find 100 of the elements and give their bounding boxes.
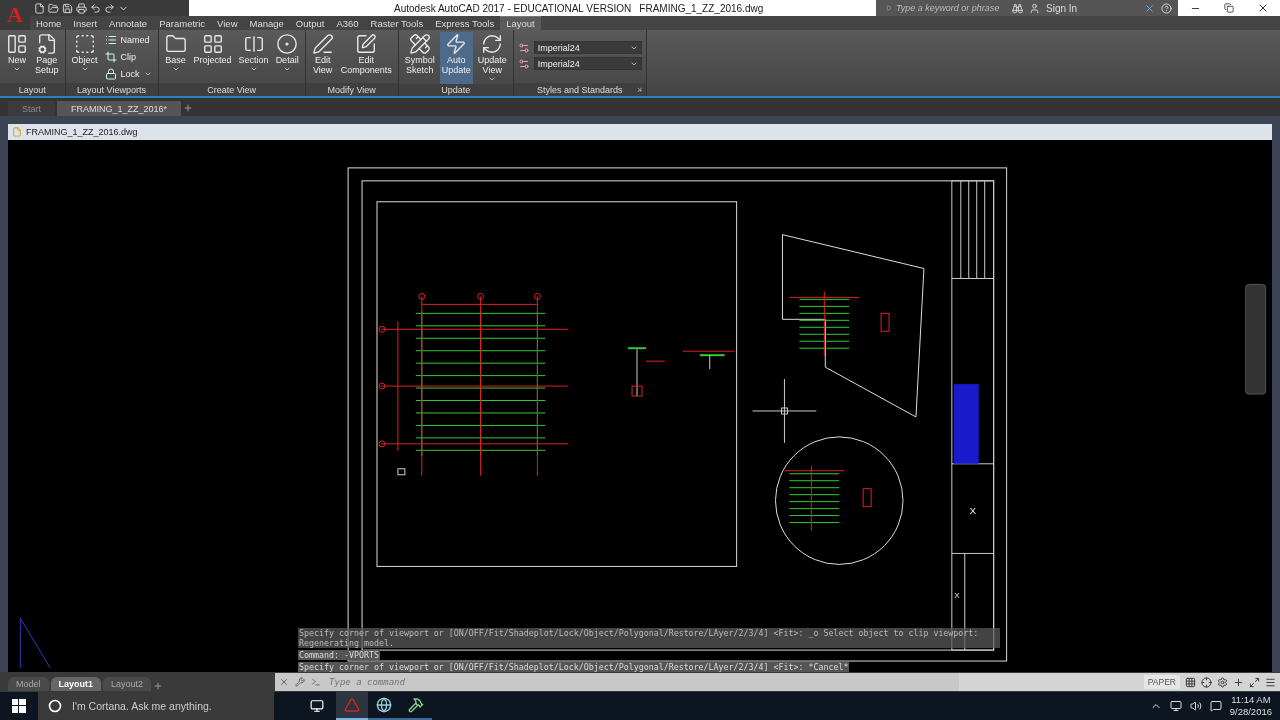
restore-icon	[1224, 3, 1234, 13]
ribbon-tool-button[interactable]: Object	[69, 32, 100, 83]
volume-icon[interactable]	[1189, 700, 1202, 712]
sketch-icon	[408, 33, 431, 55]
search-icon[interactable]	[1012, 2, 1023, 14]
undo-icon[interactable]	[90, 2, 101, 14]
ribbon-tab[interactable]: Annotate	[103, 16, 154, 30]
drawing-window-title: FRAMING_1_ZZ_2016.dwg	[26, 127, 138, 137]
caret-icon	[80, 65, 89, 73]
page-setup-icon	[35, 33, 58, 55]
ribbon-tab[interactable]: Manage	[243, 16, 290, 30]
ribbon-tab[interactable]: Raster Tools	[364, 16, 430, 30]
sheet-tab[interactable]: Layout1	[50, 677, 102, 691]
task-view-icon[interactable]	[310, 699, 324, 713]
caret-icon	[283, 65, 292, 73]
help-icon[interactable]	[1161, 2, 1172, 14]
ribbon-tab[interactable]: Layout	[500, 16, 541, 30]
add-layout-icon[interactable]	[153, 681, 164, 691]
beam-detail-drawing	[682, 350, 736, 370]
ribbon-tab[interactable]: View	[211, 16, 244, 30]
close-icon[interactable]	[279, 677, 290, 687]
caret-icon	[171, 65, 180, 73]
space-toggle[interactable]: PAPER	[1143, 675, 1180, 689]
clock[interactable]: 11:14 AM 9/28/2016	[1229, 694, 1272, 718]
cortana-search-field[interactable]: I'm Cortana. Ask me anything.	[70, 699, 264, 713]
command-input[interactable]: Type a command	[327, 676, 960, 688]
new-file-icon[interactable]	[34, 2, 45, 14]
redo-icon[interactable]	[104, 2, 115, 14]
ribbon-tool-button[interactable]: Section	[236, 32, 271, 83]
style-dropdown[interactable]: Imperial24	[533, 41, 642, 54]
ribbon-tab[interactable]: A360	[330, 16, 365, 30]
folder-icon	[164, 33, 187, 55]
crop-icon	[104, 51, 117, 63]
new-tab-icon[interactable]	[183, 103, 194, 113]
pickbox-icon	[397, 468, 406, 476]
settings-icon[interactable]	[1217, 676, 1228, 688]
windows-start-icon[interactable]	[12, 699, 26, 713]
file-tab[interactable]: FRAMING_1_ZZ_2016*	[57, 101, 182, 116]
ribbon-tool-button[interactable]: Auto Update	[439, 32, 473, 84]
plus-icon[interactable]	[1233, 676, 1244, 688]
caret-icon	[13, 65, 21, 73]
lock-icon	[104, 68, 117, 80]
launcher-icon[interactable]	[635, 86, 643, 93]
ribbon-tab[interactable]: Output	[289, 16, 331, 30]
print-icon[interactable]	[76, 2, 87, 14]
save-icon[interactable]	[62, 2, 73, 14]
detail-icon	[276, 33, 299, 55]
sheet-tab[interactable]: Layout2	[103, 677, 152, 691]
panel-title: Update	[398, 84, 513, 96]
sign-in-link[interactable]: Sign In	[1046, 2, 1078, 14]
globe-icon	[376, 697, 392, 713]
drawing-file-icon	[12, 127, 22, 137]
panel-title: Create View	[158, 83, 305, 96]
ribbon-tool-button[interactable]: Update View	[475, 32, 509, 84]
layout-icon	[6, 33, 28, 55]
fullscreen-icon[interactable]	[1249, 676, 1260, 688]
ribbon-tab[interactable]: Parametric	[153, 16, 212, 30]
ribbon-tool-button[interactable]: Clip	[102, 49, 154, 65]
network-icon[interactable]	[1169, 700, 1182, 712]
beam-detail-drawing	[627, 347, 666, 397]
ribbon-tool-button[interactable]: Base	[162, 32, 189, 83]
ribbon-tool-button[interactable]: Edit View	[309, 32, 336, 83]
caret-icon	[143, 70, 152, 78]
tool-icon	[408, 697, 424, 713]
panel-title: Layout	[0, 83, 65, 96]
caret-icon	[249, 65, 258, 73]
ribbon-tool-button[interactable]: Lock	[102, 66, 154, 82]
menu-icon[interactable]	[1265, 676, 1276, 688]
snap-icon[interactable]	[1201, 676, 1212, 688]
grid-icon[interactable]	[1185, 676, 1196, 688]
ribbon-tab[interactable]: Express Tools	[429, 16, 501, 30]
user-icon	[1029, 2, 1040, 14]
panel-title: Modify View	[305, 83, 398, 96]
ribbon-tab[interactable]: Home	[30, 16, 68, 30]
panel-title: Styles and Standards	[513, 83, 646, 96]
open-folder-icon[interactable]	[48, 2, 59, 14]
taskbar-app[interactable]	[336, 692, 368, 720]
ucs-icon	[19, 617, 51, 669]
ribbon-tool-button[interactable]: Projected	[191, 32, 234, 83]
ribbon-tool-button[interactable]: Detail	[273, 32, 301, 83]
ribbon-tool-button[interactable]: New	[4, 32, 30, 83]
list-icon	[104, 34, 117, 46]
edit-icon	[355, 33, 378, 55]
refresh-icon	[481, 33, 504, 55]
ribbon-tool-button[interactable]: Symbol Sketch	[402, 32, 437, 84]
notification-icon[interactable]	[1209, 700, 1222, 712]
search-field[interactable]: Type a keyword or phrase	[876, 0, 1006, 16]
lightning-icon	[445, 33, 468, 55]
ribbon-tool-button[interactable]: Named	[102, 32, 154, 48]
pen-icon	[311, 33, 334, 55]
window-title-file: FRAMING_1_ZZ_2016.dwg	[639, 2, 764, 14]
ribbon-tab[interactable]: Insert	[67, 16, 104, 30]
caret-icon	[488, 75, 497, 83]
style-dropdown[interactable]: Imperial24	[533, 57, 642, 70]
sheet-tab[interactable]: Model	[8, 677, 49, 691]
close-icon	[1257, 2, 1269, 14]
ribbon-tool-button[interactable]: Edit Components	[338, 32, 394, 83]
ribbon-tool-button[interactable]: Page Setup	[33, 32, 61, 83]
cortana-search-box[interactable]: I'm Cortana. Ask me anything.	[38, 692, 274, 720]
panel-title: Layout Viewports	[65, 83, 158, 96]
